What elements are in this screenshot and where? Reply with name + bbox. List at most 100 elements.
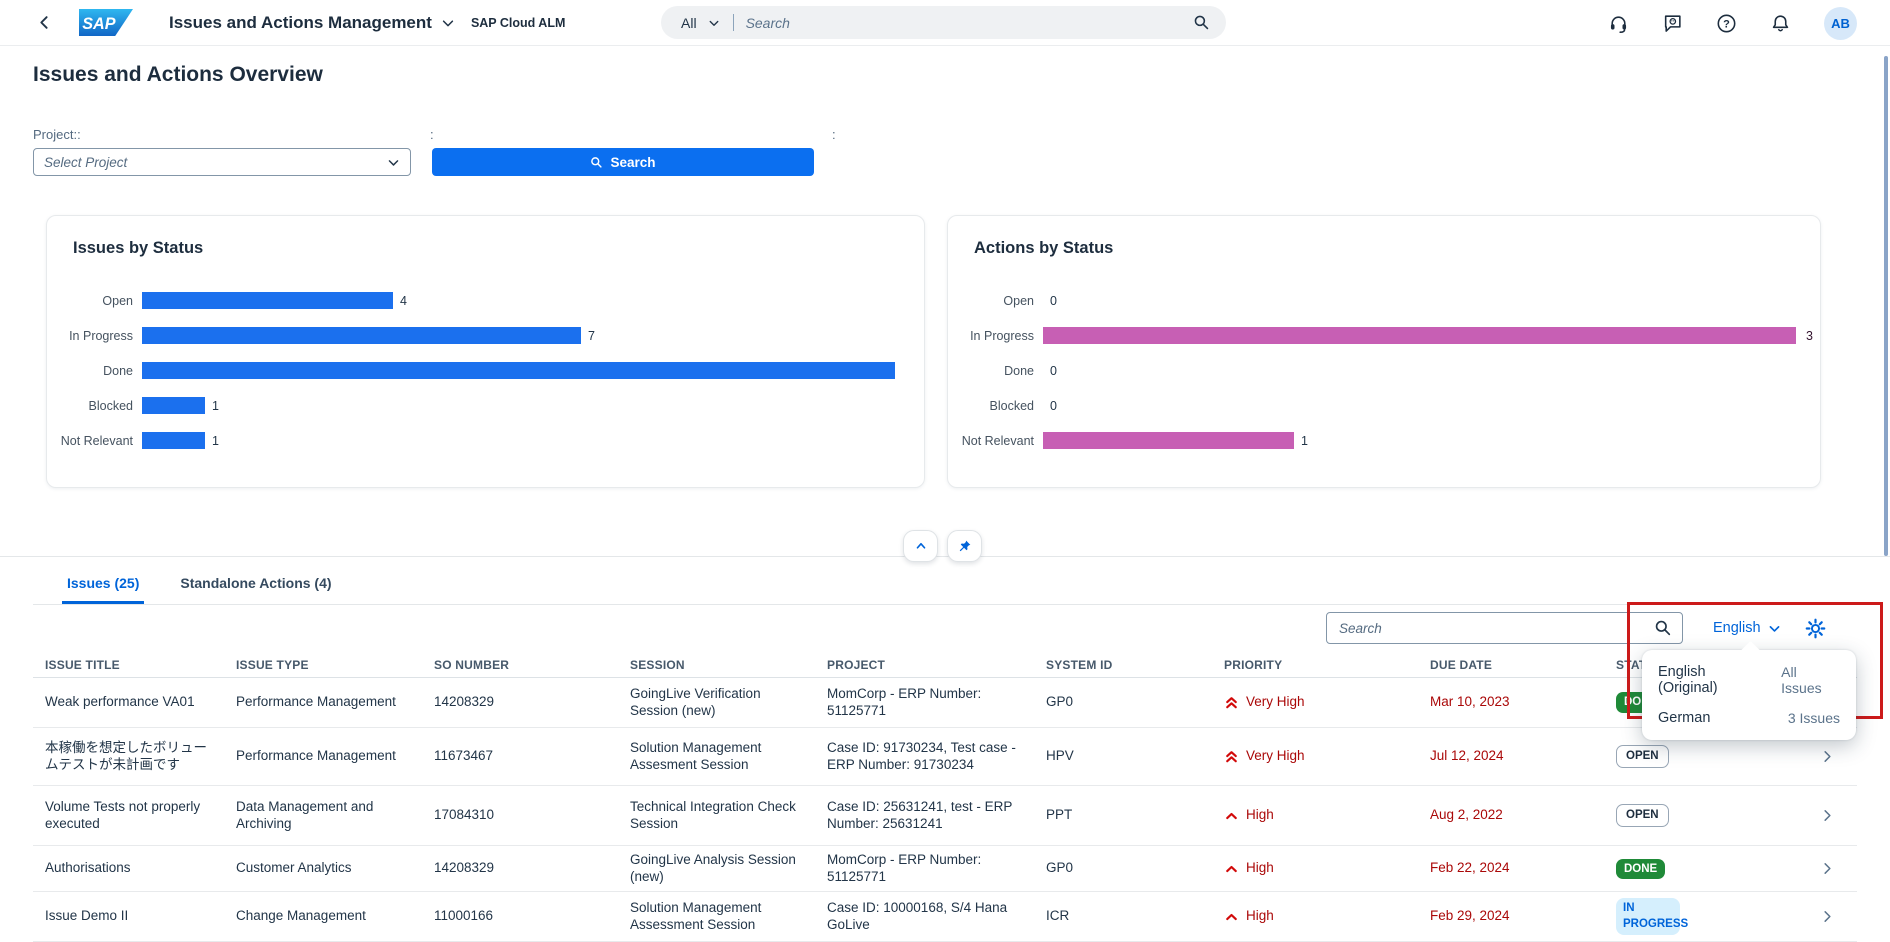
cell-due-date: Aug 2, 2022: [1418, 801, 1604, 830]
cell-system-id: GP0: [1034, 688, 1212, 717]
cell-priority: High: [1212, 801, 1418, 830]
table-header-row: ISSUE TITLE ISSUE TYPE SO NUMBER SESSION…: [33, 652, 1857, 678]
feedback-icon[interactable]: [1662, 13, 1683, 34]
priority-label: Very High: [1246, 694, 1305, 711]
app-title[interactable]: Issues and Actions Management: [169, 13, 432, 33]
row-navigate-icon[interactable]: [1797, 808, 1857, 823]
col-issue-title[interactable]: ISSUE TITLE: [33, 658, 224, 672]
col-project[interactable]: PROJECT: [815, 658, 1034, 672]
bar-open[interactable]: [142, 292, 393, 309]
priority-high-icon: [1224, 861, 1239, 876]
cell-session: Solution Management Assessment Session: [618, 894, 815, 940]
scope-chevron-down-icon[interactable]: [708, 17, 720, 29]
user-avatar[interactable]: AB: [1824, 7, 1857, 40]
search-button-label: Search: [610, 155, 655, 170]
table-search[interactable]: [1326, 612, 1683, 644]
priority-label: High: [1246, 807, 1274, 824]
search-scope-selector[interactable]: All: [681, 15, 697, 31]
issues-actions-management-screen: SAP Issues and Actions Management SAP Cl…: [0, 0, 1890, 942]
bar-label: In Progress: [948, 329, 1043, 343]
bar-in-progress[interactable]: [142, 327, 581, 344]
cell-system-id: ICR: [1034, 902, 1212, 931]
bar-not-relevant[interactable]: [142, 432, 205, 449]
bar-in-progress[interactable]: [1043, 327, 1796, 344]
col-priority[interactable]: PRIORITY: [1212, 658, 1418, 672]
tab-standalone-actions[interactable]: Standalone Actions (4): [175, 560, 336, 604]
cell-status: IN PROGRESS: [1604, 892, 1797, 941]
cell-project: MomCorp - ERP Number: 51125771: [815, 846, 1034, 892]
bar-row-done: Done 0: [948, 353, 1820, 388]
table-search-icon[interactable]: [1654, 619, 1672, 637]
bar-label: In Progress: [47, 329, 142, 343]
bar-row-blocked: Blocked 1: [47, 388, 924, 423]
vertical-scrollbar[interactable]: [1884, 56, 1888, 556]
help-icon[interactable]: ?: [1716, 13, 1737, 34]
cell-issue-type: Change Management: [224, 902, 422, 931]
col-system-id[interactable]: SYSTEM ID: [1034, 658, 1212, 672]
table-row[interactable]: Volume Tests not properly executed Data …: [33, 786, 1857, 846]
bar-row-not-relevant: Not Relevant 1: [47, 423, 924, 458]
menu-item-detail: 3 Issues: [1788, 710, 1840, 726]
cell-due-date: Jul 12, 2024: [1418, 742, 1604, 771]
row-navigate-icon[interactable]: [1797, 909, 1857, 924]
search-icon: [590, 156, 603, 169]
cell-system-id: GP0: [1034, 854, 1212, 883]
col-issue-type[interactable]: ISSUE TYPE: [224, 658, 422, 672]
row-navigate-icon[interactable]: [1797, 861, 1857, 876]
cell-due-date: Feb 22, 2024: [1418, 854, 1604, 883]
table-row[interactable]: Issue Demo II Change Management 11000166…: [33, 892, 1857, 942]
cell-project: Case ID: 10000168, S/4 Hana GoLive: [815, 894, 1034, 940]
cell-due-date: Feb 29, 2024: [1418, 902, 1604, 931]
cell-so-number: 14208329: [422, 854, 618, 883]
tab-issues[interactable]: Issues (25): [62, 560, 144, 604]
cell-status: OPEN: [1604, 798, 1797, 832]
cell-status: DONE: [1604, 853, 1797, 885]
table-search-input[interactable]: [1339, 621, 1654, 636]
bar-label: Open: [948, 294, 1043, 308]
bar-not-relevant[interactable]: [1043, 432, 1294, 449]
bar-label: Open: [47, 294, 142, 308]
menu-item-label: English (Original): [1658, 664, 1767, 696]
back-button[interactable]: [36, 14, 53, 31]
row-navigate-icon[interactable]: [1797, 749, 1857, 764]
bar-blocked[interactable]: [142, 397, 205, 414]
col-session[interactable]: SESSION: [618, 658, 815, 672]
table-settings-button[interactable]: [1804, 617, 1827, 640]
table-row[interactable]: Weak performance VA01 Performance Manage…: [33, 678, 1857, 728]
collapse-header-button[interactable]: [903, 530, 938, 562]
app-title-chevron-down-icon[interactable]: [441, 16, 455, 30]
filter-label-2: :: [430, 127, 434, 142]
menu-item-german[interactable]: German 3 Issues: [1642, 703, 1856, 733]
support-headset-icon[interactable]: [1608, 13, 1629, 34]
col-so-number[interactable]: SO NUMBER: [422, 658, 618, 672]
cell-project: Case ID: 25631241, test - ERP Number: 25…: [815, 793, 1034, 839]
global-search-input[interactable]: [746, 15, 1193, 31]
notifications-bell-icon[interactable]: [1770, 13, 1791, 34]
pin-header-button[interactable]: [947, 530, 982, 562]
bar-row-done: Done 12: [47, 353, 924, 388]
project-select[interactable]: Select Project: [33, 148, 411, 176]
actions-chart-title: Actions by Status: [974, 239, 1113, 258]
tab-bar: Issues (25) Standalone Actions (4): [33, 560, 1857, 605]
issues-chart-title: Issues by Status: [73, 239, 203, 258]
bar-done[interactable]: [142, 362, 895, 379]
search-icon[interactable]: [1193, 14, 1210, 31]
shell-search[interactable]: All: [661, 6, 1226, 39]
col-due-date[interactable]: DUE DATE: [1418, 658, 1604, 672]
priority-high-icon: [1224, 808, 1239, 823]
sap-logo[interactable]: SAP: [79, 9, 133, 36]
language-menu-popover: English (Original) All Issues German 3 I…: [1642, 650, 1856, 740]
table-row[interactable]: 本稼働を想定したボリュームテストが未計画です Performance Manag…: [33, 728, 1857, 786]
cell-issue-type: Customer Analytics: [224, 854, 422, 883]
bar-value: 0: [1050, 364, 1057, 378]
menu-item-english-original[interactable]: English (Original) All Issues: [1642, 657, 1856, 703]
filter-label-3: :: [832, 127, 836, 142]
cell-session: GoingLive Verification Session (new): [618, 680, 815, 726]
svg-text:?: ?: [1723, 18, 1730, 30]
product-name: SAP Cloud ALM: [471, 16, 565, 30]
table-row[interactable]: Authorisations Customer Analytics 142083…: [33, 846, 1857, 892]
search-button[interactable]: Search: [432, 148, 814, 176]
language-selector[interactable]: English: [1713, 620, 1781, 636]
cell-session: Technical Integration Check Session: [618, 793, 815, 839]
cell-issue-title: Issue Demo II: [33, 902, 224, 931]
